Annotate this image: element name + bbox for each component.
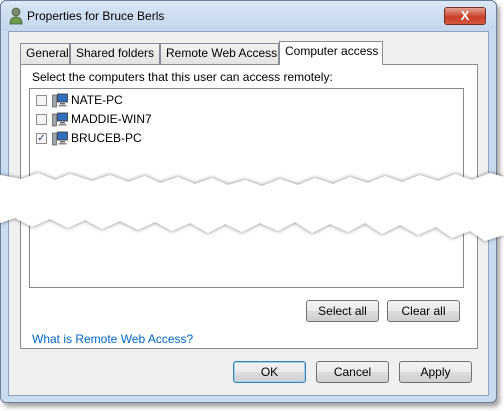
computer-name: NATE-PC: [71, 93, 123, 107]
computer-checkbox[interactable]: ✓: [36, 133, 47, 144]
select-all-button[interactable]: Select all: [306, 300, 379, 322]
computer-checkbox[interactable]: [36, 95, 47, 106]
tab-computer-access[interactable]: Computer access: [279, 41, 383, 65]
instruction-text: Select the computers that this user can …: [32, 70, 333, 84]
user-icon: [9, 7, 23, 25]
computer-name: MADDIE-WIN7: [71, 112, 152, 126]
computer-icon: [52, 112, 68, 127]
computer-name: BRUCEB-PC: [71, 131, 142, 145]
help-link[interactable]: What is Remote Web Access?: [32, 332, 193, 346]
tab-remote-web-access[interactable]: Remote Web Access: [160, 43, 279, 64]
close-button[interactable]: X: [444, 7, 486, 25]
torn-edge-overlay: [0, 173, 504, 241]
cancel-button[interactable]: Cancel: [316, 361, 389, 383]
window-title: Properties for Bruce Berls: [27, 9, 165, 23]
apply-button[interactable]: Apply: [399, 361, 472, 383]
computer-icon: [52, 131, 68, 146]
title-bar[interactable]: Properties for Bruce Berls X: [1, 1, 496, 31]
tab-general[interactable]: General: [20, 43, 70, 64]
clear-all-button[interactable]: Clear all: [387, 300, 460, 322]
ok-button[interactable]: OK: [233, 361, 306, 383]
computer-checkbox[interactable]: [36, 114, 47, 125]
computer-icon: [52, 93, 68, 108]
tab-shared-folders[interactable]: Shared folders: [70, 43, 160, 64]
